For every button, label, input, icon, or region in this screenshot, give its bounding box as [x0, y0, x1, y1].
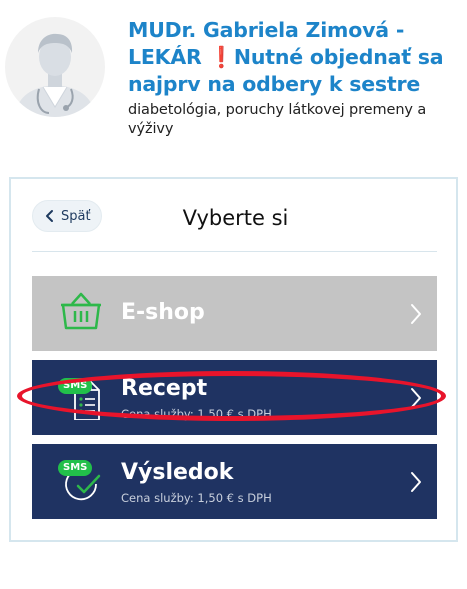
- sms-badge: SMS: [58, 378, 93, 394]
- sms-badge: SMS: [58, 460, 93, 476]
- option-eshop-label: E-shop: [121, 300, 205, 325]
- service-selection-panel: Späť Vyberte si E-shop SMS Recept Cena s…: [9, 177, 458, 542]
- option-vysledok[interactable]: SMS Výsledok Cena služby: 1,50 € s DPH: [32, 444, 437, 519]
- option-vysledok-label: Výsledok: [121, 460, 234, 485]
- doctor-avatar: [5, 17, 105, 117]
- option-recept-label: Recept: [121, 376, 208, 401]
- option-recept[interactable]: SMS Recept Cena služby: 1,50 € s DPH: [32, 360, 437, 435]
- chevron-right-icon: [411, 472, 421, 492]
- option-vysledok-price: Cena služby: 1,50 € s DPH: [121, 491, 272, 505]
- basket-icon: [61, 292, 101, 330]
- warning-exclamation-icon: ❗: [208, 45, 235, 69]
- option-eshop[interactable]: E-shop: [32, 276, 437, 351]
- panel-title: Vyberte si: [182, 206, 289, 230]
- doctor-name: MUDr. Gabriela Zimová - LEKÁR ❗Nutné obj…: [128, 18, 444, 96]
- doctor-header: MUDr. Gabriela Zimová - LEKÁR ❗Nutné obj…: [0, 0, 467, 160]
- doctor-avatar-icon: [15, 33, 95, 117]
- divider: [32, 251, 437, 252]
- chevron-right-icon: [411, 388, 421, 408]
- option-recept-price: Cena služby: 1,50 € s DPH: [121, 407, 272, 421]
- doctor-specialization: diabetológia, poruchy látkovej premeny a…: [128, 102, 427, 137]
- chevron-right-icon: [411, 304, 421, 324]
